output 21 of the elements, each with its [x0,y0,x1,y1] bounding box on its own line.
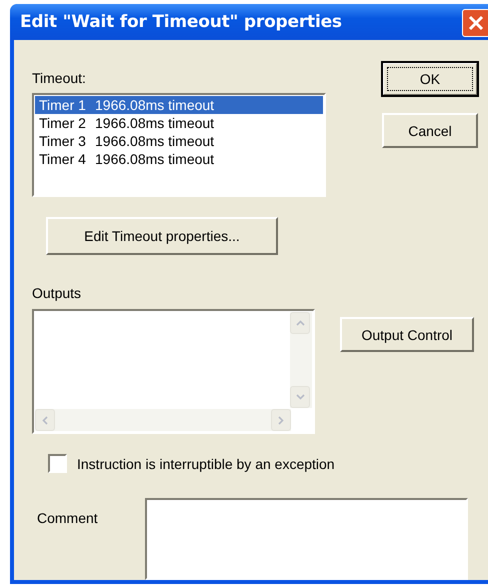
output-control-button[interactable]: Output Control [340,317,474,352]
scroll-left-button[interactable] [35,409,55,431]
scroll-up-button[interactable] [290,312,310,334]
scroll-down-button[interactable] [290,386,310,408]
timeout-list-item[interactable]: Timer 1 1966.08ms timeout [35,96,323,114]
close-button[interactable] [462,9,488,37]
interruptible-checkbox[interactable] [48,454,67,473]
comment-label: Comment [37,510,99,528]
timeout-list-item[interactable]: Timer 4 1966.08ms timeout [35,150,323,168]
comment-field[interactable] [145,498,468,580]
ok-button[interactable]: OK [382,62,478,96]
window-title: Edit "Wait for Timeout" properties [20,12,342,32]
timeout-label: Timeout: [32,70,87,86]
timeout-list-item[interactable]: Timer 2 1966.08ms timeout [35,114,323,132]
scroll-right-button[interactable] [271,409,291,431]
close-icon [468,15,484,31]
interruptible-label: Instruction is interruptible by an exception [77,456,335,472]
cancel-button[interactable]: Cancel [382,113,478,148]
outputs-label: Outputs [32,285,82,301]
timeout-list-item[interactable]: Timer 3 1966.08ms timeout [35,132,323,150]
edit-timeout-button[interactable]: Edit Timeout properties... [46,217,278,255]
